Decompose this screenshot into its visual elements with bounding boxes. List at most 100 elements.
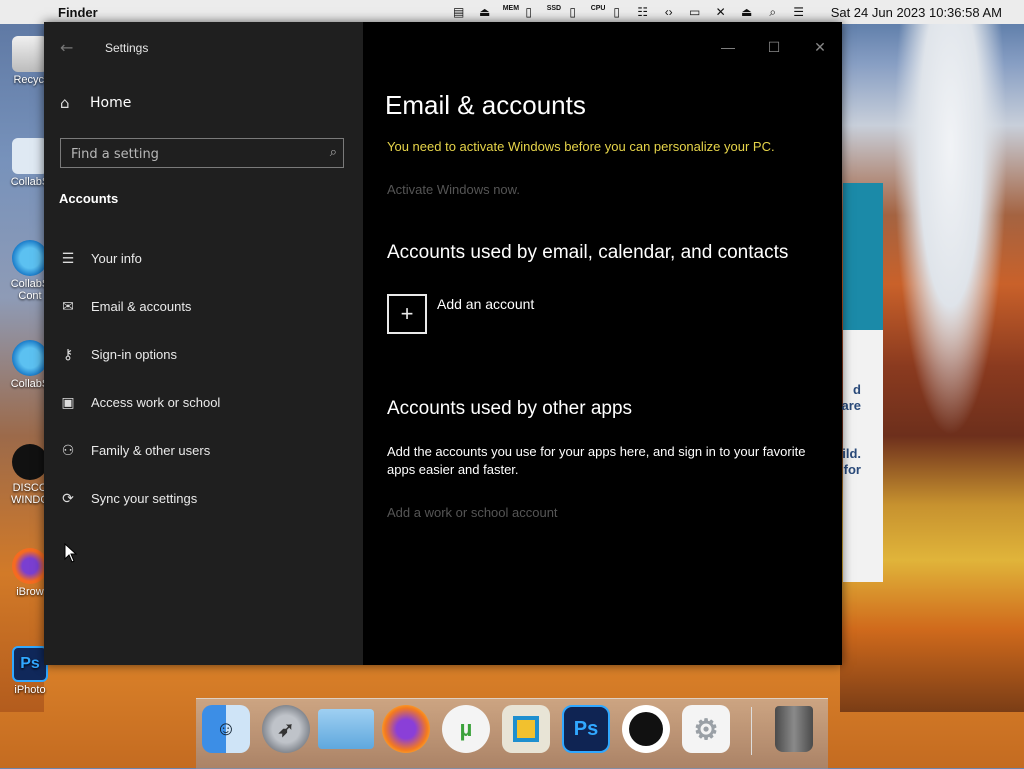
recycle-bin-icon: [12, 36, 48, 72]
utorrent-icon: µ: [459, 716, 473, 741]
sidebar-item-sign-in-options[interactable]: ⚷ Sign-in options: [59, 336, 349, 372]
clipboard-icon[interactable]: ▤: [451, 5, 467, 19]
sync-icon: ⟳: [62, 489, 74, 506]
dock-item-collab[interactable]: [502, 705, 550, 753]
sidebar-item-label: Email & accounts: [91, 298, 192, 314]
add-account-label[interactable]: Add an account: [437, 296, 534, 312]
search-box[interactable]: ⌕: [60, 138, 344, 169]
other-apps-description: Add the accounts you use for your apps h…: [387, 444, 806, 477]
dock-item-photoshop[interactable]: Ps: [562, 705, 610, 753]
dock-item-finder[interactable]: ☺: [202, 705, 250, 753]
title-bar[interactable]: ← Settings: [44, 22, 363, 72]
menu-bar: Finder ▤ ⏏ MEM ▯ SSD ▯ CPU ▯ ☷ ‹› ▭ ✕ ⏏ …: [0, 0, 1024, 24]
background-text: d: [853, 382, 861, 397]
ssd-monitor-icon[interactable]: SSD: [547, 5, 561, 19]
dock-item-apple-app[interactable]: [622, 705, 670, 753]
ssd-bar-icon: ▯: [569, 5, 576, 19]
section-heading-other-apps: Accounts used by other apps: [387, 398, 633, 419]
rocket-icon: ➶: [277, 718, 295, 741]
settings-window: ← Settings ⌂ Home ⌕ Accounts ☰ Your info…: [44, 22, 842, 665]
search-icon[interactable]: ⌕: [765, 5, 781, 19]
sidebar-item-family-users[interactable]: ⚇ Family & other users: [59, 432, 349, 468]
desktop-icon-label: iBrow: [16, 586, 44, 598]
memory-bar-icon: ▯: [525, 5, 532, 19]
dock-separator: [751, 707, 752, 755]
eject-icon[interactable]: ⏏: [739, 5, 755, 19]
control-center-icon[interactable]: ☰: [791, 5, 807, 19]
code-icon[interactable]: ‹›: [661, 5, 677, 19]
document-icon: [12, 138, 48, 174]
activate-windows-link[interactable]: Activate Windows now.: [387, 182, 520, 197]
background-text: ild.: [842, 446, 861, 461]
firefox-icon: [12, 548, 48, 584]
main-content: — ☐ ✕ Email & accounts You need to activ…: [363, 22, 842, 665]
home-icon: ⌂: [60, 94, 70, 112]
search-icon[interactable]: ⌕: [330, 145, 337, 160]
briefcase-icon: ▣: [61, 393, 75, 410]
page-title: Email & accounts: [385, 90, 586, 120]
section-heading-email-accounts: Accounts used by email, calendar, and co…: [387, 242, 789, 263]
clock[interactable]: Sat 24 Jun 2023 10:36:58 AM: [831, 5, 1002, 20]
key-icon: ⚷: [62, 345, 74, 362]
sidebar-item-sync[interactable]: ⟳ Sync your settings: [59, 480, 349, 516]
sidebar-item-your-info[interactable]: ☰ Your info: [59, 240, 349, 276]
close-icon[interactable]: ✕: [812, 39, 828, 55]
mouse-cursor-icon: [64, 543, 78, 563]
add-work-account-link[interactable]: Add a work or school account: [387, 505, 558, 520]
maximize-icon[interactable]: ☐: [766, 39, 782, 55]
collab-app-icon: [513, 716, 539, 742]
background-window-body: d are ild. for: [841, 330, 883, 582]
app-name[interactable]: Finder: [58, 5, 98, 20]
internet-explorer-icon: [12, 240, 48, 276]
cpu-monitor-icon[interactable]: CPU: [591, 5, 606, 19]
person-card-icon: ☰: [61, 249, 75, 266]
eject-circle-icon[interactable]: ⏏: [477, 5, 493, 19]
add-account-button[interactable]: +: [387, 294, 427, 334]
sidebar-item-access-work[interactable]: ▣ Access work or school: [59, 384, 349, 420]
dock-item-trash[interactable]: [770, 705, 818, 753]
background-window-header: [843, 183, 883, 330]
cpu-bar-icon: ▯: [613, 5, 620, 19]
window-title: Settings: [105, 41, 149, 55]
apple-logo-icon: [629, 712, 663, 746]
dock-item-launchpad[interactable]: ➶: [262, 705, 310, 753]
discord-icon: [12, 444, 48, 480]
activation-warning: You need to activate Windows before you …: [387, 139, 775, 154]
sidebar-item-home[interactable]: ⌂ Home: [60, 95, 131, 111]
section-title: Accounts: [59, 191, 119, 206]
internet-explorer-icon: [12, 340, 48, 376]
search-input[interactable]: [61, 139, 323, 169]
background-text: are: [841, 398, 861, 413]
sidebar-item-email-accounts[interactable]: ✉ Email & accounts: [59, 288, 349, 324]
desktop-icon-label: Recycl: [13, 74, 47, 86]
sidebar-item-label: Your info: [91, 250, 142, 266]
finder-icon: ☺: [215, 717, 237, 740]
display-icon[interactable]: ▭: [687, 5, 703, 19]
sidebar-item-label: Home: [90, 95, 132, 111]
sidebar-item-label: Family & other users: [91, 442, 211, 458]
mute-icon[interactable]: ✕: [713, 5, 729, 19]
plus-icon: +: [400, 301, 414, 326]
minimize-icon[interactable]: —: [720, 39, 736, 55]
trash-icon: [775, 706, 813, 752]
mail-icon: ✉: [62, 297, 74, 314]
back-arrow-icon[interactable]: ←: [60, 39, 78, 57]
sidebar: ← Settings ⌂ Home ⌕ Accounts ☰ Your info…: [44, 22, 363, 665]
dock-item-firefox[interactable]: [382, 705, 430, 753]
status-area: ▤ ⏏ MEM ▯ SSD ▯ CPU ▯ ☷ ‹› ▭ ✕ ⏏ ⌕ ☰ Sat…: [451, 0, 1024, 24]
gear-icon: ⚙: [693, 713, 719, 745]
filmstrip-icon[interactable]: ☷: [635, 5, 651, 19]
background-text: for: [843, 462, 861, 477]
person-add-icon: ⚇: [61, 441, 75, 458]
photoshop-icon: Ps: [12, 646, 48, 682]
desktop-icon-label: iPhoto: [14, 684, 46, 696]
memory-monitor-icon[interactable]: MEM: [503, 5, 519, 19]
photoshop-icon: Ps: [573, 717, 599, 740]
dock-item-system-preferences[interactable]: ⚙: [682, 705, 730, 753]
sidebar-item-label: Sync your settings: [91, 490, 198, 506]
sidebar-item-label: Access work or school: [91, 394, 221, 410]
sidebar-item-label: Sign-in options: [91, 346, 177, 362]
dock: ☺ ➶ µ Ps ⚙: [196, 698, 828, 769]
dock-item-utorrent[interactable]: µ: [442, 705, 490, 753]
dock-item-folder[interactable]: [318, 709, 374, 749]
